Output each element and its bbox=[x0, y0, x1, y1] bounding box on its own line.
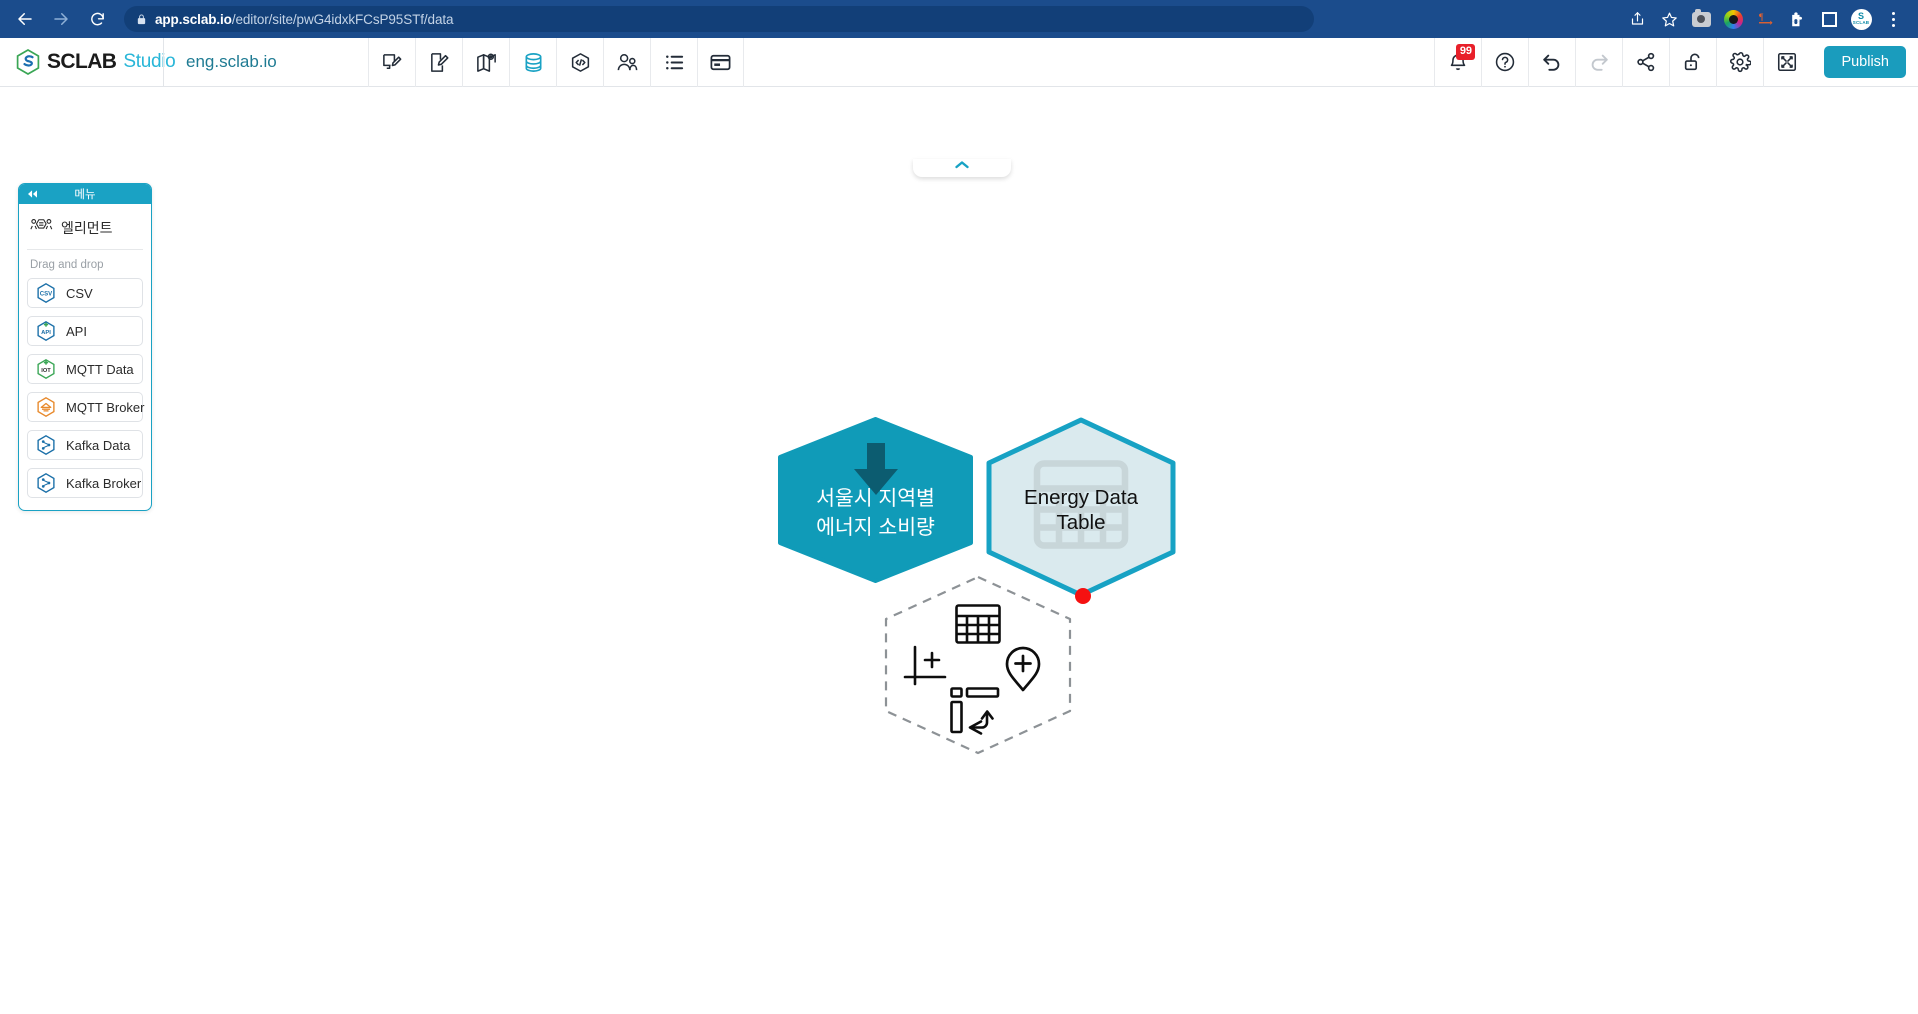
mqtt-data-hexagon-icon: IOT bbox=[35, 358, 57, 380]
map-icon[interactable] bbox=[462, 37, 509, 87]
users-icon[interactable] bbox=[603, 37, 650, 87]
app-header: SCLAB Studio eng.sclab.io 99 Publish bbox=[0, 37, 1918, 87]
sclab-logo-icon bbox=[16, 49, 40, 75]
svg-text:API: API bbox=[41, 330, 51, 336]
sidebar-title: 메뉴 bbox=[74, 189, 96, 201]
mqtt-broker-hexagon-icon bbox=[35, 396, 57, 418]
sidebar-item-label: MQTT Data bbox=[66, 361, 134, 377]
header-actions: 99 Publish bbox=[1434, 37, 1918, 87]
sidebar-divider bbox=[27, 249, 143, 250]
forward-arrow-icon[interactable] bbox=[46, 4, 76, 34]
editor-tool-group bbox=[368, 37, 744, 87]
notifications-icon[interactable]: 99 bbox=[1434, 37, 1481, 87]
screen-edit-icon[interactable] bbox=[368, 37, 415, 87]
publish-button[interactable]: Publish bbox=[1824, 46, 1906, 78]
puzzle-extensions-icon[interactable] bbox=[1782, 4, 1812, 34]
browser-toolbar: app.sclab.io/editor/site/pwG4idxkFCsP95S… bbox=[0, 0, 1918, 38]
chevron-up-icon bbox=[954, 160, 970, 170]
back-arrow-icon[interactable] bbox=[10, 4, 40, 34]
site-name[interactable]: eng.sclab.io bbox=[163, 37, 368, 87]
undo-icon[interactable] bbox=[1528, 37, 1575, 87]
sclab-logo[interactable]: SCLAB Studio bbox=[0, 49, 176, 75]
map-pin-add-icon[interactable] bbox=[1000, 642, 1046, 699]
browser-actions: ¶ S SCLAB bbox=[1622, 4, 1908, 34]
fullscreen-icon[interactable] bbox=[1763, 37, 1810, 87]
sidebar-item-label: API bbox=[66, 323, 87, 339]
sidebar-item-element[interactable]: 엘리먼트 bbox=[27, 213, 143, 249]
sidebar-panel-icon[interactable] bbox=[1814, 4, 1844, 34]
bookmark-star-icon[interactable] bbox=[1654, 4, 1684, 34]
url-text: app.sclab.io/editor/site/pwG4idxkFCsP95S… bbox=[155, 11, 454, 27]
list-icon[interactable] bbox=[650, 37, 697, 87]
table-icon[interactable] bbox=[954, 603, 1002, 650]
canvas-collapse-tab[interactable] bbox=[913, 159, 1011, 177]
editor-canvas[interactable]: 메뉴 엘리먼트 Drag and drop CSV CSV API API IO… bbox=[0, 87, 1918, 1014]
url-host: app.sclab.io bbox=[155, 11, 232, 27]
sidebar-item-csv[interactable]: CSV CSV bbox=[27, 278, 143, 308]
sidebar-body: 엘리먼트 Drag and drop CSV CSV API API IOT M… bbox=[19, 204, 151, 510]
reload-icon[interactable] bbox=[82, 4, 112, 34]
axis-add-icon[interactable] bbox=[901, 644, 949, 697]
code-hexagon-icon[interactable] bbox=[556, 37, 603, 87]
collapse-left-icon[interactable] bbox=[26, 190, 39, 199]
drag-and-drop-label: Drag and drop bbox=[30, 259, 104, 271]
sidebar-item-kafka-broker[interactable]: Kafka Broker bbox=[27, 468, 143, 498]
page-edit-icon[interactable] bbox=[415, 37, 462, 87]
transform-pivot-icon[interactable] bbox=[949, 686, 1001, 741]
share-icon[interactable] bbox=[1622, 4, 1652, 34]
element-nodes-icon bbox=[30, 217, 53, 239]
chrome-menu-icon[interactable] bbox=[1878, 4, 1908, 34]
element-sidebar-panel: 메뉴 엘리먼트 Drag and drop CSV CSV API API IO… bbox=[18, 183, 152, 511]
sclab-profile-avatar[interactable]: S SCLAB bbox=[1846, 4, 1876, 34]
sidebar-item-mqtt-data[interactable]: IOT MQTT Data bbox=[27, 354, 143, 384]
lock-icon bbox=[136, 13, 147, 26]
url-path: /editor/site/pwG4idxkFCsP95STf/data bbox=[231, 11, 454, 27]
csv-hexagon-icon: CSV bbox=[35, 282, 57, 304]
sidebar-item-kafka-data[interactable]: Kafka Data bbox=[27, 430, 143, 460]
sidebar-item-label: Kafka Data bbox=[66, 437, 131, 453]
sidebar-item-label: MQTT Broker bbox=[66, 399, 145, 415]
sidebar-item-api[interactable]: API API bbox=[27, 316, 143, 346]
redo-icon[interactable] bbox=[1575, 37, 1622, 87]
kafka-data-hexagon-icon bbox=[35, 434, 57, 456]
address-bar[interactable]: app.sclab.io/editor/site/pwG4idxkFCsP95S… bbox=[124, 6, 1314, 32]
svg-text:IOT: IOT bbox=[41, 368, 51, 374]
data-source-node[interactable]: 서울시 지역별 에너지 소비량 bbox=[777, 417, 974, 583]
sidebar-header: 메뉴 bbox=[19, 184, 151, 204]
svg-text:CSV: CSV bbox=[40, 292, 52, 298]
status-badge bbox=[1075, 588, 1091, 604]
svg-text:¶: ¶ bbox=[1759, 12, 1764, 23]
share-icon[interactable] bbox=[1622, 37, 1669, 87]
pilcrow-extension-icon[interactable]: ¶ bbox=[1750, 4, 1780, 34]
help-icon[interactable] bbox=[1481, 37, 1528, 87]
settings-gear-icon[interactable] bbox=[1716, 37, 1763, 87]
api-hexagon-icon: API bbox=[35, 320, 57, 342]
download-arrow-icon bbox=[843, 441, 909, 504]
sidebar-item-label: Kafka Broker bbox=[66, 475, 142, 491]
kafka-broker-hexagon-icon bbox=[35, 472, 57, 494]
sidebar-element-label: 엘리먼트 bbox=[61, 220, 113, 236]
table-hexagon-shape bbox=[986, 417, 1176, 598]
card-icon[interactable] bbox=[697, 37, 744, 87]
logo-text: SCLAB bbox=[47, 50, 117, 73]
screenshot-extension-icon[interactable] bbox=[1686, 4, 1716, 34]
database-icon[interactable] bbox=[509, 37, 556, 87]
notification-badge: 99 bbox=[1456, 43, 1476, 60]
color-picker-extension-icon[interactable] bbox=[1718, 4, 1748, 34]
sidebar-item-mqtt-broker[interactable]: MQTT Broker bbox=[27, 392, 145, 422]
energy-data-table-node[interactable]: Energy Data Table bbox=[981, 415, 1181, 605]
sidebar-item-label: CSV bbox=[66, 285, 93, 301]
unlock-icon[interactable] bbox=[1669, 37, 1716, 87]
